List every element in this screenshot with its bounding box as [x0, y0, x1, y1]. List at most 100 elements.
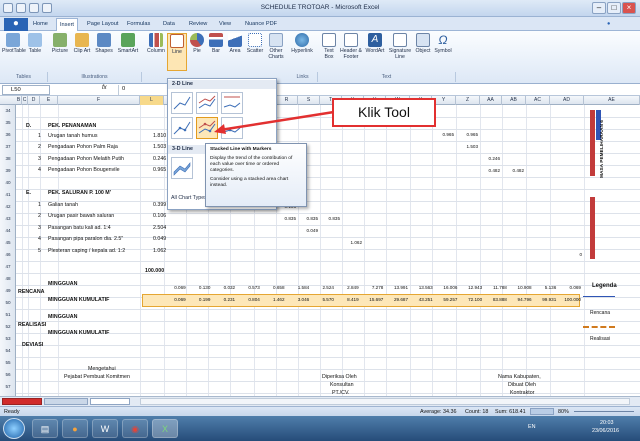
item-weight: 0.246	[153, 156, 167, 162]
schedule-value-cell[interactable]: 5.136	[535, 285, 557, 290]
schedule-value-cell[interactable]: 0.069	[164, 285, 186, 290]
schedule-value-cell[interactable]: 0.804	[238, 297, 260, 302]
schedule-value-cell[interactable]: 29.687	[386, 297, 408, 302]
item-weight: 2.504	[153, 225, 167, 231]
worksheet[interactable]: D. PEK. PENANAMAN 1 Urugan tanah humus 1…	[0, 0, 640, 441]
maintenance-note: MASA PEMELIHARAAN 6	[600, 120, 605, 178]
chrome-taskbar-icon[interactable]: ◉	[122, 419, 148, 438]
distribution-value-cell[interactable]: 1.062	[342, 240, 363, 245]
schedule-value-cell[interactable]: 15.697	[362, 297, 383, 302]
callout-box: Klik Tool	[332, 98, 436, 127]
schedule-value-cell[interactable]: 83.888	[485, 297, 507, 302]
line-with-markers-option-icon[interactable]	[171, 117, 193, 139]
schedule-value-cell[interactable]: 1.584	[288, 285, 310, 290]
schedule-value-cell[interactable]: 1.462	[263, 297, 285, 302]
schedule-value-cell[interactable]: 13.563	[411, 285, 433, 290]
schedule-value-cell[interactable]: 0.573	[238, 285, 260, 290]
item-no: 1	[38, 133, 41, 139]
legenda-realisasi-line	[583, 326, 615, 328]
schedule-value-cell[interactable]: 59.257	[436, 297, 457, 302]
distribution-value-cell[interactable]: 0.049	[298, 228, 319, 233]
zoom-level[interactable]: 80%	[558, 409, 569, 415]
schedule-value-cell[interactable]: 5.570	[312, 297, 334, 302]
view-mode-buttons[interactable]	[530, 408, 554, 415]
schedule-value-cell[interactable]: 2.849	[337, 285, 359, 290]
tooltip-title: Stacked Line with Markers	[210, 147, 272, 152]
schedule-value-cell[interactable]: 0.130	[189, 285, 211, 290]
gallery-header-2d: 2-D Line	[168, 80, 276, 89]
clock-time: 20:03	[600, 420, 614, 426]
line-chart-option-icon[interactable]	[171, 92, 193, 114]
legenda-realisasi: Realisasi	[590, 336, 611, 342]
schedule-value-cell[interactable]: 11.788	[485, 285, 507, 290]
schedule-value-cell[interactable]: 13.991	[386, 285, 408, 290]
schedule-value-cell[interactable]: 0.231	[213, 297, 236, 302]
distribution-value-cell[interactable]: 0.246	[480, 156, 501, 161]
horizontal-scrollbar[interactable]	[140, 398, 630, 405]
schedule-value-cell[interactable]: 0.032	[213, 285, 236, 290]
start-button-icon[interactable]	[3, 418, 25, 439]
footer-konsultan: Konsultan	[330, 382, 354, 388]
taskbar: ▤ ● W ◉ X EN 20:03 23/06/2016	[0, 416, 640, 441]
item-weight: 0.965	[153, 167, 167, 173]
sheet-tab[interactable]	[44, 398, 88, 405]
item-weight: 1.503	[153, 144, 167, 150]
legenda-rencana-line	[583, 296, 615, 297]
firefox-taskbar-icon[interactable]: ●	[62, 419, 88, 438]
section-d-title: PEK. PENANAMAN	[48, 123, 97, 129]
sheet-nav-buttons[interactable]	[2, 398, 42, 405]
schedule-value-cell[interactable]: 12.943	[460, 285, 482, 290]
item-weight: 1.062	[153, 248, 167, 254]
realisasi-kumulatif: MINGGUAN KUMULATIF	[48, 330, 110, 336]
tooltip-body: Display the trend of the contribution of…	[210, 156, 293, 173]
distribution-value-cell[interactable]: 0.482	[480, 168, 501, 173]
schedule-value-cell[interactable]: 10.908	[510, 285, 532, 290]
footer-mengetahui: Mengetahui	[88, 366, 116, 372]
schedule-value-cell[interactable]: 0.199	[189, 297, 211, 302]
schedule-value-cell[interactable]: 99.931	[535, 297, 556, 302]
item-no: 2	[38, 144, 41, 150]
schedule-value-cell[interactable]: 72.100	[460, 297, 482, 302]
schedule-value-cell[interactable]: 8.419	[337, 297, 359, 302]
schedule-value-cell[interactable]: 94.796	[510, 297, 532, 302]
excel-taskbar-icon[interactable]: X	[152, 419, 178, 438]
schedule-value-cell[interactable]: 2.524	[312, 285, 334, 290]
schedule-value-cell[interactable]: 0.658	[263, 285, 285, 290]
distribution-value-cell[interactable]: 0.965	[432, 132, 455, 137]
item-no: 1	[38, 202, 41, 208]
distribution-value-cell[interactable]: 0.835	[298, 216, 319, 221]
distribution-value-cell[interactable]: 1.503	[456, 144, 479, 149]
distribution-value-cell[interactable]: 0.835	[320, 216, 341, 221]
item-desc: Pasangan pipa paralon dia. 2.5"	[48, 236, 124, 242]
distribution-value-cell[interactable]: 0.835	[276, 216, 297, 221]
zoom-slider[interactable]	[574, 411, 634, 412]
footer-dibuat: Dibuat Oleh	[508, 382, 536, 388]
red-marker-bar	[590, 197, 595, 259]
realisasi-label: REALISASI	[18, 322, 47, 328]
schedule-value-cell[interactable]: 7.278	[362, 285, 384, 290]
schedule-value-cell[interactable]: 0.069	[559, 285, 581, 290]
file-explorer-taskbar-icon[interactable]: ▤	[32, 419, 58, 438]
footer-nama-kabupaten: Nama Kabupaten,	[498, 374, 541, 380]
distribution-value-cell[interactable]: 0.965	[456, 132, 479, 137]
3d-line-option-icon[interactable]	[171, 157, 193, 179]
schedule-value-cell[interactable]: 100.000	[559, 297, 581, 302]
schedule-value-cell[interactable]: 3.046	[288, 297, 310, 302]
deviasi-label: DEVIASI	[22, 342, 44, 348]
schedule-value-cell[interactable]: 0.069	[164, 297, 186, 302]
distribution-value-cell[interactable]: 0.482	[502, 168, 525, 173]
footer-pejabat: Pejabat Pembuat Komitmen	[64, 374, 130, 380]
word-taskbar-icon[interactable]: W	[92, 419, 118, 438]
distribution-value-cell[interactable]: 0	[550, 252, 582, 257]
schedule-value-cell[interactable]: 43.251	[411, 297, 433, 302]
language-indicator[interactable]: EN	[528, 424, 536, 430]
schedule-value-cell[interactable]: 16.006	[436, 285, 457, 290]
item-desc: Pengadaan Pohon Bougenvile	[48, 167, 120, 173]
item-weight: 1.810	[153, 133, 167, 139]
item-no: 3	[38, 156, 41, 162]
item-desc: Galian tanah	[48, 202, 79, 208]
sheet-tab-active[interactable]	[90, 398, 130, 405]
item-desc: Pengadaan Pohon Palm Raja	[48, 144, 118, 150]
item-no: 5	[38, 248, 41, 254]
red-marker-bar	[590, 110, 595, 176]
